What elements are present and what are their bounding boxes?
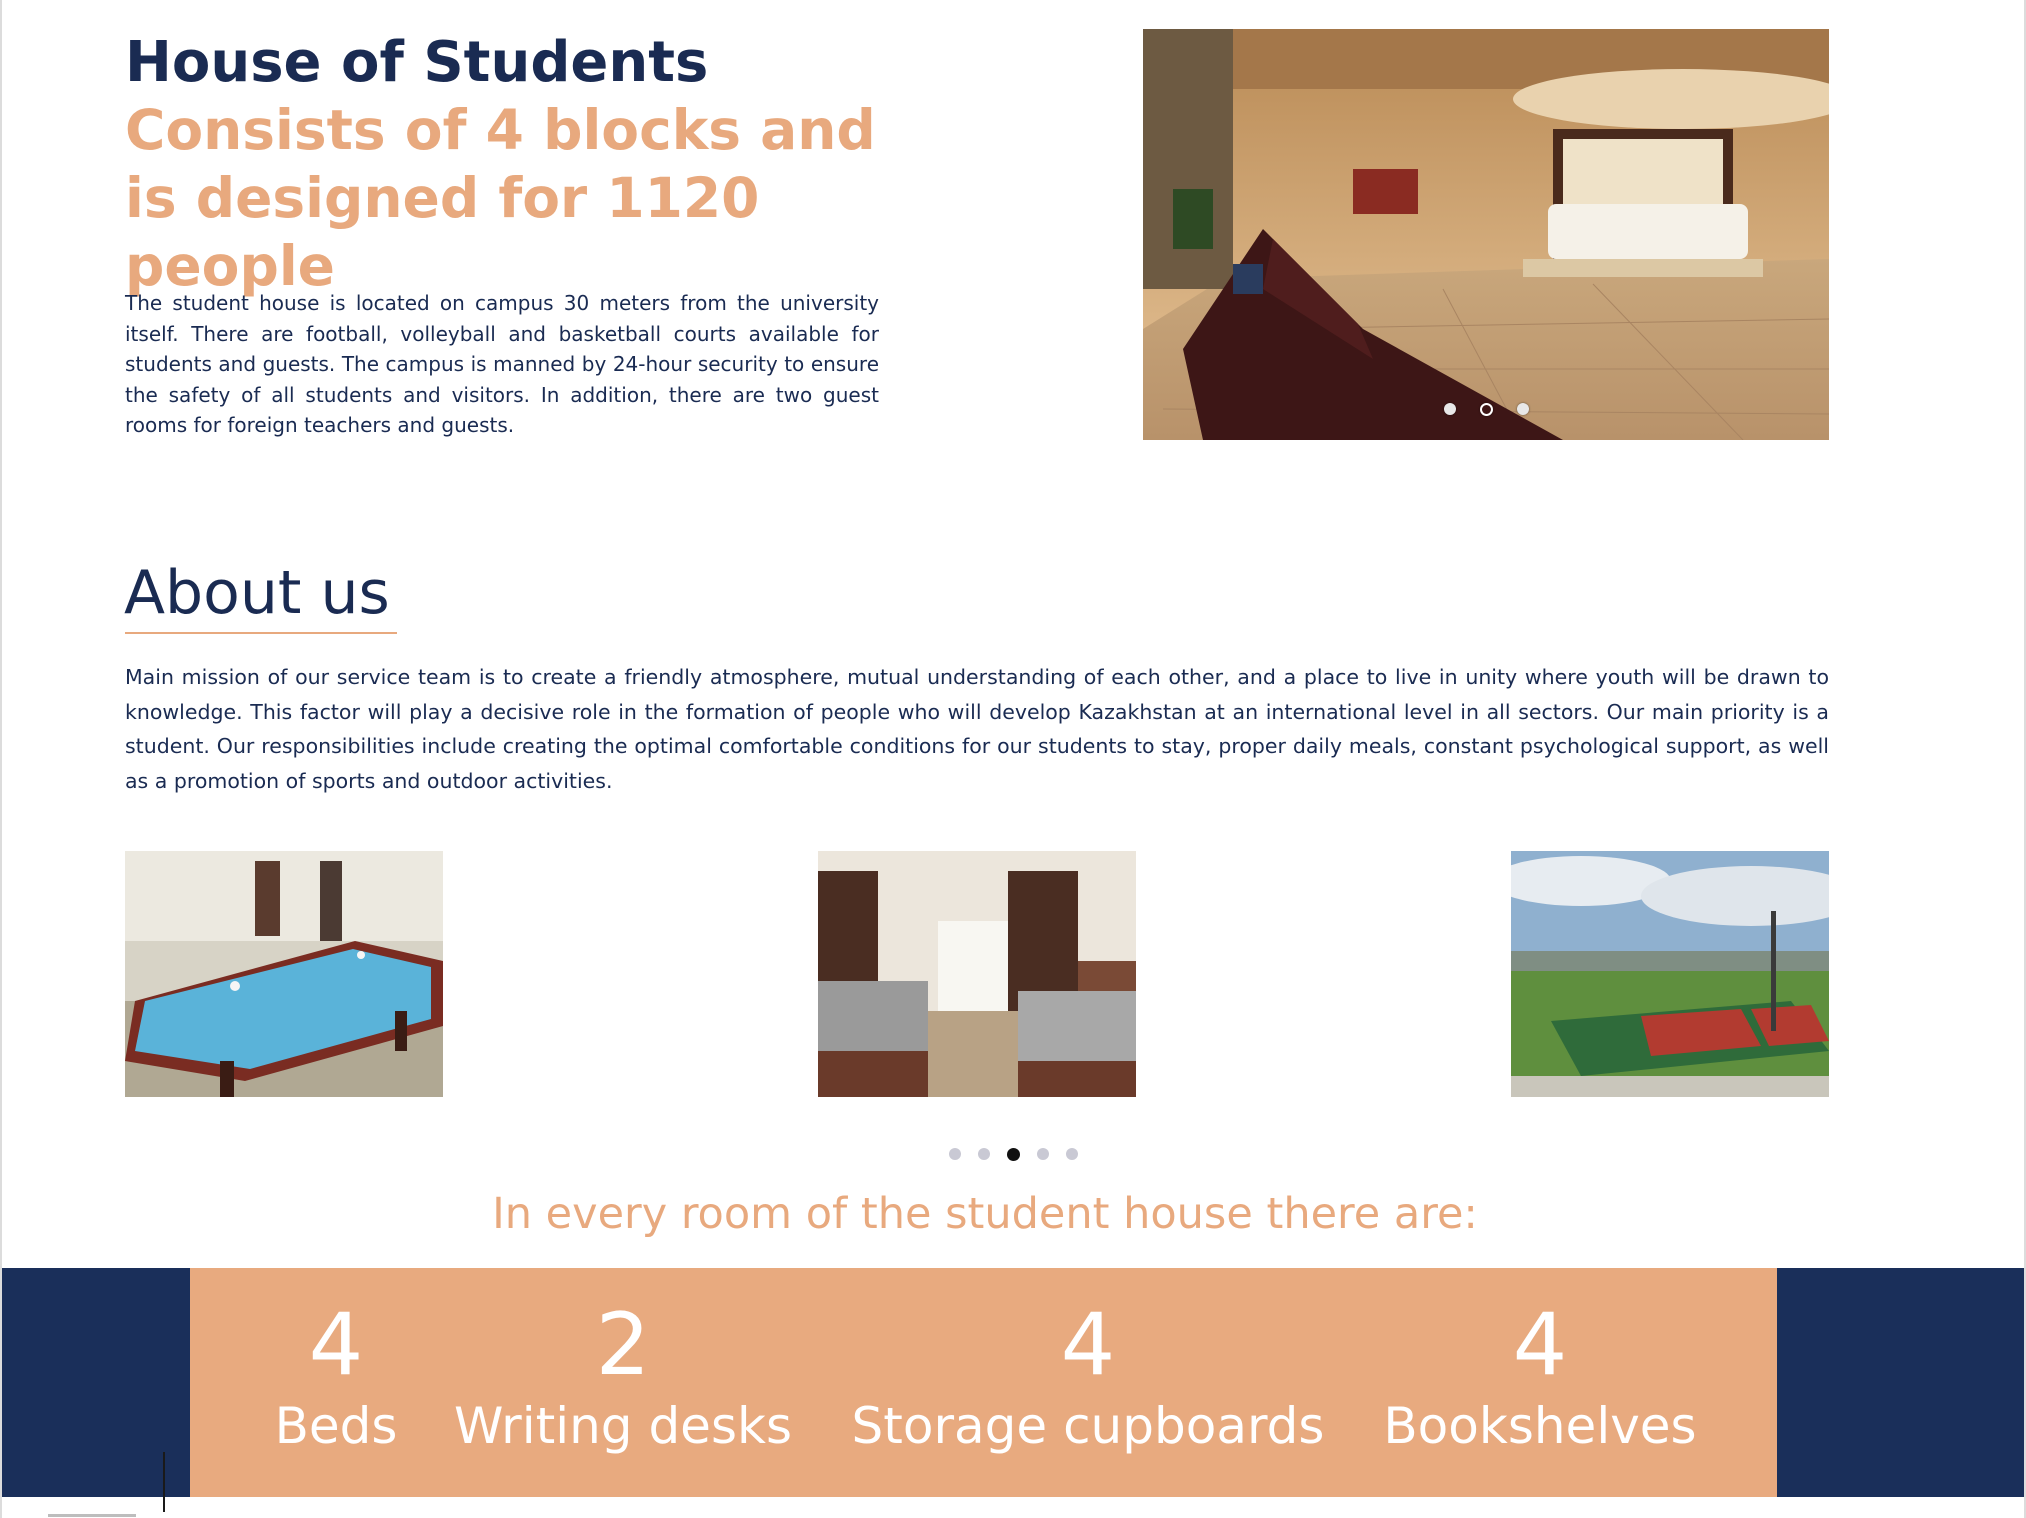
scroll-indicator	[48, 1514, 136, 1517]
gallery-slider-dot-2[interactable]	[977, 1148, 990, 1160]
hero-subtitle: Consists of 4 blocks and is designed for…	[125, 98, 876, 298]
hero-description: The student house is located on campus 3…	[125, 291, 879, 437]
stat-value: 4	[308, 1295, 364, 1395]
text-cursor	[163, 1452, 165, 1512]
gallery-slider-dot-4[interactable]	[1036, 1148, 1049, 1160]
hero-slider-dot-2[interactable]	[1479, 403, 1493, 416]
about-underline	[125, 632, 397, 634]
stat-label: Storage cupboards	[851, 1397, 1325, 1455]
stat-writing-desks: 2 Writing desks	[448, 1298, 798, 1460]
gallery-slider-dot-1[interactable]	[948, 1148, 961, 1160]
page-title: House of Students	[125, 30, 709, 95]
gallery-slider-dot-5[interactable]	[1065, 1148, 1078, 1160]
about-title: About us	[124, 558, 390, 628]
hero-slider-dot-1[interactable]	[1443, 403, 1456, 415]
stat-label: Bookshelves	[1383, 1397, 1697, 1455]
stat-beds: 4 Beds	[256, 1298, 416, 1460]
hero-slider-dots	[1143, 403, 1829, 416]
stats-band-right	[1777, 1268, 2024, 1497]
billiard-room-photo[interactable]	[125, 851, 443, 1097]
gallery-slider-dots	[0, 1148, 2026, 1161]
about-text: Main mission of our service team is to c…	[125, 665, 1829, 793]
sports-courts-photo[interactable]	[1511, 851, 1829, 1097]
dorm-room-photo[interactable]	[818, 851, 1136, 1097]
stat-label: Writing desks	[453, 1397, 792, 1455]
lobby-photo-slider[interactable]	[1143, 29, 1829, 440]
stat-value: 4	[1512, 1295, 1568, 1395]
stat-value: 4	[1060, 1295, 1116, 1395]
stat-storage-cupboards: 4 Storage cupboards	[848, 1298, 1328, 1460]
room-heading: In every room of the student house there…	[492, 1189, 1478, 1239]
stats-band-left	[2, 1268, 190, 1497]
lobby-photo	[1143, 29, 1829, 440]
gallery-slider-dot-3[interactable]	[1006, 1148, 1020, 1161]
hero-slider-dot-3[interactable]	[1516, 403, 1529, 415]
stat-value: 2	[595, 1295, 651, 1395]
stat-label: Beds	[274, 1397, 398, 1455]
stat-bookshelves: 4 Bookshelves	[1370, 1298, 1710, 1460]
